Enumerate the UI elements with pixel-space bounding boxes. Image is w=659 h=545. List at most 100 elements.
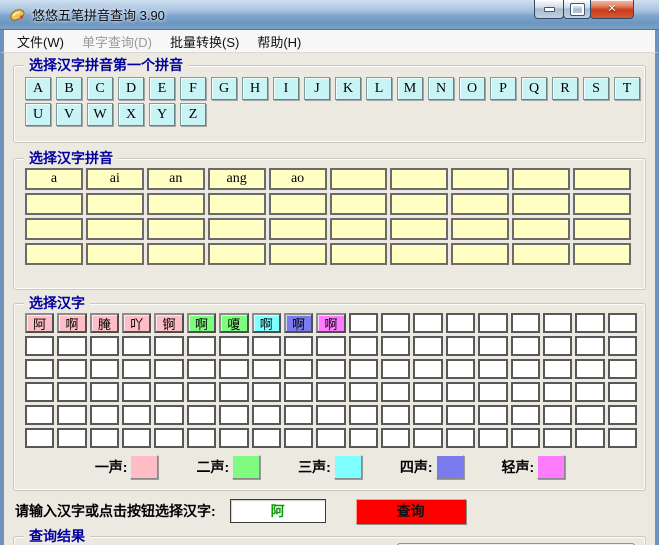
- hanzi-cell-empty: [283, 336, 314, 356]
- title-bar: 悠悠五笔拼音查询 3.90 ✕: [0, 0, 659, 30]
- hanzi-cell-empty: [348, 313, 379, 333]
- pinyin-button-an[interactable]: an: [146, 168, 205, 190]
- window-controls: ✕: [534, 0, 634, 19]
- pinyin-cell-empty: [512, 218, 571, 240]
- pinyin-letter-button-M[interactable]: M: [397, 77, 423, 100]
- hanzi-button[interactable]: 锕: [154, 313, 184, 333]
- pinyin-button-ai[interactable]: ai: [85, 168, 144, 190]
- hanzi-cell-empty: [316, 382, 346, 402]
- pinyin-cell-empty: [268, 193, 327, 215]
- pinyin-letter-button-R[interactable]: R: [552, 77, 578, 100]
- pinyin-letter-button-W[interactable]: W: [87, 103, 113, 126]
- pinyin-cell-empty: [451, 218, 510, 240]
- hanzi-cell-empty: [607, 359, 637, 379]
- hanzi-cell-empty: [219, 336, 249, 356]
- pinyin-letter-button-V[interactable]: V: [56, 103, 82, 126]
- pinyin-letter-button-P[interactable]: P: [490, 77, 516, 100]
- hanzi-cell-empty: [607, 313, 637, 333]
- menu-item[interactable]: 文件(W): [8, 30, 73, 53]
- hanzi-cell-empty: [25, 428, 55, 448]
- pinyin-letter-button-U[interactable]: U: [25, 103, 51, 126]
- hanzi-cell-empty: [575, 313, 605, 333]
- hanzi-cell-empty: [542, 405, 573, 425]
- pinyin-button-ang[interactable]: ang: [207, 168, 266, 190]
- pinyin-letter-button-Y[interactable]: Y: [149, 103, 175, 126]
- hanzi-button[interactable]: 啊: [57, 313, 87, 333]
- hanzi-button[interactable]: 阿: [25, 313, 55, 333]
- hanzi-cell-empty: [510, 313, 540, 333]
- pinyin-cell-empty: [207, 218, 266, 240]
- pinyin-cell-empty: [146, 193, 205, 215]
- pinyin-letter-button-C[interactable]: C: [87, 77, 113, 100]
- pinyin-letter-button-S[interactable]: S: [583, 77, 609, 100]
- hanzi-cell-empty: [413, 382, 443, 402]
- legend-item: 一声:: [95, 455, 159, 479]
- pinyin-cell-empty: [85, 218, 144, 240]
- pinyin-letter-button-K[interactable]: K: [335, 77, 361, 100]
- hanzi-cell-empty: [478, 405, 508, 425]
- pinyin-letter-button-T[interactable]: T: [614, 77, 640, 100]
- close-button[interactable]: ✕: [590, 0, 634, 19]
- pinyin-letter-button-B[interactable]: B: [56, 77, 82, 100]
- hanzi-cell-empty: [122, 336, 152, 356]
- pinyin-grid: a ai an ang ao: [25, 168, 631, 265]
- hanzi-cell-empty: [89, 359, 120, 379]
- letter-grid: ABCDEFGHIJKLMNOPQRST UVWXYZ: [25, 77, 645, 129]
- pinyin-letter-button-L[interactable]: L: [366, 77, 392, 100]
- hanzi-cell-empty: [445, 336, 476, 356]
- hanzi-button[interactable]: 啊: [283, 313, 314, 333]
- pinyin-cell-empty: [25, 243, 83, 265]
- hanzi-cell-empty: [413, 359, 443, 379]
- pinyin-button-a[interactable]: a: [25, 168, 83, 190]
- pinyin-letter-button-I[interactable]: I: [273, 77, 299, 100]
- hanzi-button[interactable]: 啊: [186, 313, 217, 333]
- pinyin-letter-button-J[interactable]: J: [304, 77, 330, 100]
- hanzi-cell-empty: [413, 336, 443, 356]
- hanzi-input[interactable]: [229, 499, 326, 523]
- maximize-icon: [569, 2, 585, 16]
- pinyin-letter-button-E[interactable]: E: [149, 77, 175, 100]
- pinyin-letter-button-N[interactable]: N: [428, 77, 454, 100]
- pinyin-letter-button-X[interactable]: X: [118, 103, 144, 126]
- maximize-button[interactable]: [563, 0, 591, 19]
- menu-item[interactable]: 批量转换(S): [161, 30, 248, 53]
- hanzi-cell-empty: [251, 359, 281, 379]
- hanzi-button[interactable]: 腌: [89, 313, 120, 333]
- pinyin-letter-button-F[interactable]: F: [180, 77, 206, 100]
- hanzi-button[interactable]: 啊: [251, 313, 281, 333]
- pinyin-cell-empty: [390, 168, 449, 190]
- hanzi-button[interactable]: 嗄: [219, 313, 249, 333]
- pinyin-letter-button-G[interactable]: G: [211, 77, 237, 100]
- hanzi-cell-empty: [186, 405, 217, 425]
- query-button[interactable]: 查询: [355, 498, 466, 524]
- pinyin-letter-button-Q[interactable]: Q: [521, 77, 547, 100]
- legend-label: 四声:: [399, 459, 433, 475]
- tone-legend: 一声: 二声: 三声: 四声: 轻声:: [25, 455, 635, 479]
- pinyin-letter-button-D[interactable]: D: [118, 77, 144, 100]
- minimize-button[interactable]: [534, 0, 564, 19]
- group-first-pinyin-title: 选择汉字拼音第一个拼音: [24, 56, 188, 74]
- menu-item[interactable]: 帮助(H): [248, 30, 310, 53]
- hanzi-cell-empty: [316, 359, 346, 379]
- pinyin-cell-empty: [329, 218, 388, 240]
- hanzi-cell-empty: [381, 359, 411, 379]
- pinyin-letter-button-H[interactable]: H: [242, 77, 268, 100]
- hanzi-cell-empty: [510, 382, 540, 402]
- hanzi-cell-empty: [510, 405, 540, 425]
- hanzi-cell-empty: [478, 428, 508, 448]
- hanzi-cell-empty: [381, 336, 411, 356]
- pinyin-letter-button-O[interactable]: O: [459, 77, 485, 100]
- pinyin-button-ao[interactable]: ao: [268, 168, 327, 190]
- hanzi-cell-empty: [25, 405, 55, 425]
- group-first-pinyin: 选择汉字拼音第一个拼音 ABCDEFGHIJKLMNOPQRST UVWXYZ: [13, 56, 646, 143]
- hanzi-button[interactable]: 吖: [122, 313, 152, 333]
- pinyin-letter-button-Z[interactable]: Z: [180, 103, 206, 126]
- hanzi-button[interactable]: 啊: [316, 313, 346, 333]
- hanzi-cell-empty: [348, 336, 379, 356]
- hanzi-cell-empty: [122, 382, 152, 402]
- hanzi-cell-empty: [57, 336, 87, 356]
- hanzi-grid: 阿啊腌吖锕啊嗄啊啊啊: [25, 313, 637, 448]
- legend-swatch-tone1: [130, 455, 159, 479]
- pinyin-letter-button-A[interactable]: A: [25, 77, 51, 100]
- pinyin-cell-empty: [146, 218, 205, 240]
